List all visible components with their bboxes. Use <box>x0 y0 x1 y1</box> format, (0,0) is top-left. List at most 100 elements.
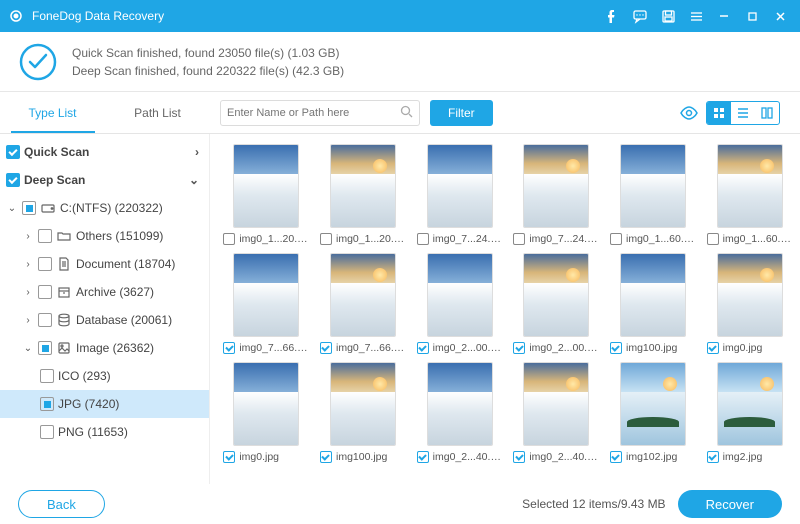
file-thumbnail[interactable]: img0_1...20.jpg <box>222 144 311 245</box>
view-detail-icon[interactable] <box>755 102 779 124</box>
file-checkbox[interactable] <box>610 342 622 354</box>
file-checkbox[interactable] <box>417 233 429 245</box>
checkbox-icon[interactable] <box>38 341 52 355</box>
thumbnail-image[interactable] <box>427 253 493 337</box>
thumbnail-image[interactable] <box>427 362 493 446</box>
thumbnail-image[interactable] <box>330 253 396 337</box>
chevron-right-icon: › <box>22 315 34 326</box>
search-field[interactable] <box>220 100 420 126</box>
file-thumbnail[interactable]: img0_7...66.jpg <box>319 253 408 354</box>
file-checkbox[interactable] <box>707 342 719 354</box>
checkbox-icon[interactable] <box>6 145 20 159</box>
file-checkbox[interactable] <box>417 342 429 354</box>
file-checkbox[interactable] <box>320 233 332 245</box>
thumbnail-image[interactable] <box>233 253 299 337</box>
checkbox-icon[interactable] <box>40 425 54 439</box>
file-thumbnail[interactable]: img100.jpg <box>319 362 408 463</box>
search-icon[interactable] <box>400 105 413 121</box>
sidebar-image[interactable]: ⌄ Image (26362) <box>0 334 209 362</box>
file-checkbox[interactable] <box>223 451 235 463</box>
thumbnail-image[interactable] <box>620 253 686 337</box>
sidebar-ico[interactable]: ICO (293) <box>0 362 209 390</box>
file-thumbnail[interactable]: img0.jpg <box>222 362 311 463</box>
file-checkbox[interactable] <box>513 233 525 245</box>
tab-type-list[interactable]: Type List <box>0 92 105 133</box>
minimize-icon[interactable] <box>712 4 736 28</box>
file-name: img2.jpg <box>723 451 763 463</box>
thumbnail-image[interactable] <box>330 144 396 228</box>
checkbox-icon[interactable] <box>38 229 52 243</box>
file-thumbnail[interactable]: img2.jpg <box>705 362 794 463</box>
menu-icon[interactable] <box>684 4 708 28</box>
checkbox-icon[interactable] <box>40 397 54 411</box>
view-list-icon[interactable] <box>731 102 755 124</box>
tab-path-list[interactable]: Path List <box>105 92 210 133</box>
file-checkbox[interactable] <box>320 451 332 463</box>
sidebar-quick-scan[interactable]: Quick Scan › <box>0 138 209 166</box>
file-checkbox[interactable] <box>707 233 719 245</box>
file-thumbnail[interactable]: img102.jpg <box>609 362 698 463</box>
checkbox-icon[interactable] <box>40 369 54 383</box>
file-thumbnail[interactable]: img0_2...00.jpg <box>512 253 601 354</box>
file-checkbox[interactable] <box>610 233 622 245</box>
file-thumbnail[interactable]: img100.jpg <box>609 253 698 354</box>
thumbnail-image[interactable] <box>717 144 783 228</box>
maximize-icon[interactable] <box>740 4 764 28</box>
thumbnail-image[interactable] <box>620 362 686 446</box>
thumbnail-image[interactable] <box>717 253 783 337</box>
recover-button[interactable]: Recover <box>678 490 782 518</box>
checkbox-icon[interactable] <box>38 313 52 327</box>
checkbox-icon[interactable] <box>38 257 52 271</box>
sidebar-others[interactable]: › Others (151099) <box>0 222 209 250</box>
thumbnail-image[interactable] <box>523 253 589 337</box>
file-thumbnail[interactable]: img0_2...40.jpg <box>512 362 601 463</box>
search-input[interactable] <box>227 107 400 119</box>
file-checkbox[interactable] <box>513 451 525 463</box>
file-checkbox[interactable] <box>610 451 622 463</box>
chevron-down-icon: ⌄ <box>189 173 203 187</box>
file-name: img102.jpg <box>626 451 677 463</box>
file-thumbnail[interactable]: img0_7...24.jpg <box>512 144 601 245</box>
sidebar-database[interactable]: › Database (20061) <box>0 306 209 334</box>
file-checkbox[interactable] <box>513 342 525 354</box>
sidebar-png[interactable]: PNG (11653) <box>0 418 209 446</box>
preview-toggle-icon[interactable] <box>678 102 700 124</box>
thumbnail-image[interactable] <box>523 144 589 228</box>
sidebar-drive[interactable]: ⌄ C:(NTFS) (220322) <box>0 194 209 222</box>
file-thumbnail[interactable]: img0_1...20.jpg <box>319 144 408 245</box>
thumbnail-image[interactable] <box>523 362 589 446</box>
file-checkbox[interactable] <box>707 451 719 463</box>
file-checkbox[interactable] <box>223 233 235 245</box>
thumbnail-image[interactable] <box>330 362 396 446</box>
file-thumbnail[interactable]: img0_7...66.jpg <box>222 253 311 354</box>
file-thumbnail[interactable]: img0.jpg <box>705 253 794 354</box>
close-icon[interactable] <box>768 4 792 28</box>
sidebar-document[interactable]: › Document (18704) <box>0 250 209 278</box>
thumbnail-image[interactable] <box>233 362 299 446</box>
file-name: img0_7...24.jpg <box>529 233 599 245</box>
file-thumbnail[interactable]: img0_1...60.jpg <box>609 144 698 245</box>
checkbox-icon[interactable] <box>22 201 36 215</box>
thumbnail-image[interactable] <box>620 144 686 228</box>
thumbnail-image[interactable] <box>427 144 493 228</box>
checkbox-icon[interactable] <box>6 173 20 187</box>
facebook-icon[interactable] <box>600 4 624 28</box>
save-icon[interactable] <box>656 4 680 28</box>
back-button[interactable]: Back <box>18 490 105 518</box>
filter-button[interactable]: Filter <box>430 100 493 126</box>
file-thumbnail[interactable]: img0_2...40.jpg <box>415 362 504 463</box>
checkbox-icon[interactable] <box>38 285 52 299</box>
sidebar-archive[interactable]: › Archive (3627) <box>0 278 209 306</box>
thumbnail-image[interactable] <box>717 362 783 446</box>
sidebar-jpg[interactable]: JPG (7420) <box>0 390 209 418</box>
sidebar-deep-scan[interactable]: Deep Scan ⌄ <box>0 166 209 194</box>
file-thumbnail[interactable]: img0_1...60.jpg <box>705 144 794 245</box>
file-thumbnail[interactable]: img0_7...24.jpg <box>415 144 504 245</box>
file-thumbnail[interactable]: img0_2...00.jpg <box>415 253 504 354</box>
file-checkbox[interactable] <box>320 342 332 354</box>
view-grid-icon[interactable] <box>707 102 731 124</box>
file-checkbox[interactable] <box>223 342 235 354</box>
thumbnail-image[interactable] <box>233 144 299 228</box>
file-checkbox[interactable] <box>417 451 429 463</box>
feedback-icon[interactable] <box>628 4 652 28</box>
